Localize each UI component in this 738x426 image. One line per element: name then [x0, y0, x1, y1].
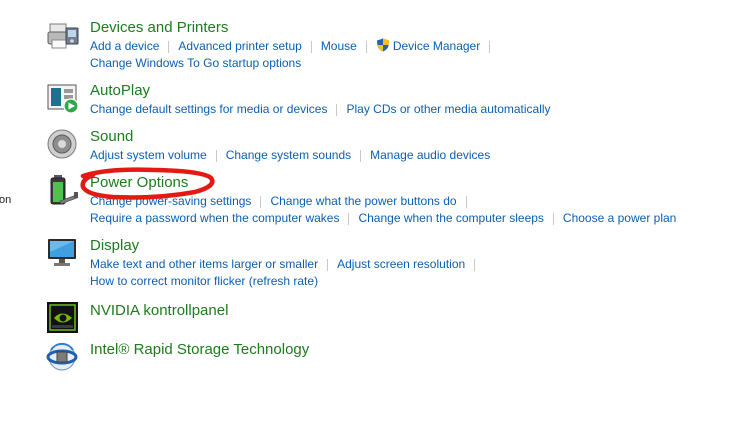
add-device-link[interactable]: Add a device — [90, 38, 159, 55]
separator — [260, 196, 262, 208]
power-links-row-1: Change power-saving settings Change what … — [90, 193, 676, 210]
separator — [489, 41, 491, 53]
advanced-printer-setup-link[interactable]: Advanced printer setup — [178, 38, 301, 55]
manage-audio-devices-link[interactable]: Manage audio devices — [370, 147, 490, 164]
separator — [360, 150, 362, 162]
device-manager-link[interactable]: Device Manager — [393, 38, 480, 55]
choose-power-plan-link[interactable]: Choose a power plan — [563, 210, 676, 227]
sound-links-row-1: Adjust system volume Change system sounds… — [90, 147, 490, 164]
separator — [310, 41, 312, 53]
separator — [465, 196, 467, 208]
nvidia-icon[interactable] — [46, 301, 80, 335]
uac-shield-icon — [376, 38, 390, 52]
separator — [365, 41, 367, 53]
separator — [336, 104, 338, 116]
play-cds-automatically-link[interactable]: Play CDs or other media automatically — [346, 101, 550, 118]
devices-and-printers-link[interactable]: Devices and Printers — [90, 18, 228, 38]
battery-icon[interactable] — [46, 173, 80, 207]
display-links-row-1: Make text and other items larger or smal… — [90, 256, 484, 273]
adjust-system-volume-link[interactable]: Adjust system volume — [90, 147, 207, 164]
adjust-screen-resolution-link[interactable]: Adjust screen resolution — [337, 256, 465, 273]
nvidia-control-panel-link[interactable]: NVIDIA kontrollpanel — [90, 301, 228, 321]
devices-links-row-1: Add a device Advanced printer setup Mouse … — [90, 38, 499, 55]
windows-to-go-link[interactable]: Change Windows To Go startup options — [90, 55, 301, 72]
devices-links-row-2: Change Windows To Go startup options — [90, 55, 499, 72]
separator — [474, 259, 476, 271]
mouse-link[interactable]: Mouse — [321, 38, 357, 55]
separator — [327, 259, 329, 271]
speaker-icon[interactable] — [46, 127, 80, 161]
monitor-icon[interactable] — [46, 236, 80, 270]
separator — [348, 213, 350, 225]
display-links-row-2: How to correct monitor flicker (refresh … — [90, 273, 484, 290]
make-text-larger-link[interactable]: Make text and other items larger or smal… — [90, 256, 318, 273]
change-system-sounds-link[interactable]: Change system sounds — [226, 147, 351, 164]
autoplay-links-row-1: Change default settings for media or dev… — [90, 101, 551, 118]
change-default-media-settings-link[interactable]: Change default settings for media or dev… — [90, 101, 327, 118]
power-links-row-2: Require a password when the computer wak… — [90, 210, 676, 227]
display-link[interactable]: Display — [90, 236, 139, 256]
autoplay-link[interactable]: AutoPlay — [90, 81, 150, 101]
intel-rst-icon[interactable] — [46, 340, 80, 374]
monitor-flicker-link[interactable]: How to correct monitor flicker (refresh … — [90, 273, 318, 290]
control-panel-hardware-and-sound: on Devices and Printers Add a device Adva… — [0, 0, 738, 426]
change-power-saving-settings-link[interactable]: Change power-saving settings — [90, 193, 251, 210]
sound-link[interactable]: Sound — [90, 127, 133, 147]
change-power-buttons-link[interactable]: Change what the power buttons do — [270, 193, 456, 210]
autoplay-icon[interactable] — [46, 81, 80, 115]
separator — [552, 213, 554, 225]
require-password-on-wake-link[interactable]: Require a password when the computer wak… — [90, 210, 339, 227]
intel-rapid-storage-link[interactable]: Intel® Rapid Storage Technology — [90, 340, 309, 360]
change-sleep-time-link[interactable]: Change when the computer sleeps — [358, 210, 543, 227]
separator — [215, 150, 217, 162]
power-options-link[interactable]: Power Options — [90, 173, 188, 193]
separator — [168, 41, 170, 53]
printer-icon[interactable] — [46, 18, 80, 52]
cut-off-left-label: on — [0, 194, 12, 206]
